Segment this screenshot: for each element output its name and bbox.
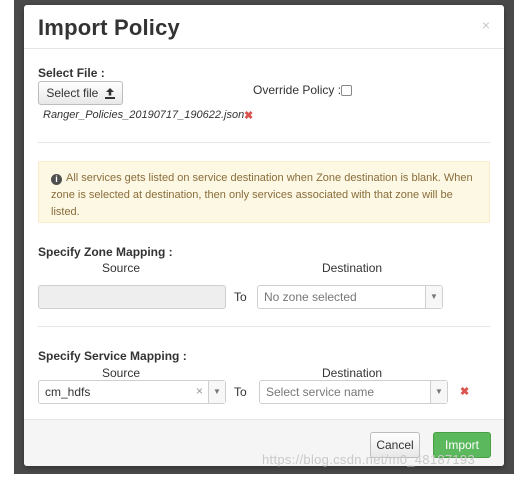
watermark-text: https://blog.csdn.net/m0_48187193 bbox=[262, 452, 475, 467]
zone-source-input[interactable] bbox=[38, 285, 226, 309]
service-mapping-label: Specify Service Mapping : bbox=[38, 349, 187, 363]
zone-info-alert: i All services gets listed on service des… bbox=[38, 161, 490, 223]
select-file-label: Select File : bbox=[38, 66, 105, 80]
alert-text: All services gets listed on service dest… bbox=[51, 172, 473, 218]
chevron-down-icon[interactable]: ▼ bbox=[425, 286, 442, 308]
alert-message: i All services gets listed on service des… bbox=[51, 170, 481, 221]
chevron-down-icon[interactable]: ▼ bbox=[208, 381, 225, 403]
override-policy-label: Override Policy : bbox=[253, 83, 342, 97]
close-icon[interactable]: × bbox=[482, 17, 490, 33]
select-file-button[interactable]: Select file bbox=[38, 81, 123, 105]
select-file-button-label: Select file bbox=[46, 86, 99, 100]
info-circle-icon: i bbox=[51, 174, 62, 185]
dialog-title: Import Policy bbox=[38, 15, 180, 40]
chevron-down-icon[interactable]: ▼ bbox=[430, 381, 447, 403]
override-policy-checkbox[interactable] bbox=[341, 85, 352, 96]
zone-destination-header: Destination bbox=[322, 261, 383, 275]
service-destination-placeholder: Select service name bbox=[266, 385, 375, 399]
remove-mapping-icon[interactable]: ✖ bbox=[460, 385, 469, 398]
zone-destination-select[interactable]: No zone selected ▼ bbox=[257, 285, 443, 309]
clear-icon[interactable]: × bbox=[196, 384, 203, 398]
dialog-header: Import Policy × bbox=[24, 5, 504, 49]
remove-file-icon[interactable]: ✖ bbox=[244, 109, 253, 122]
upload-icon bbox=[104, 84, 115, 106]
service-source-header: Source bbox=[102, 366, 141, 380]
service-destination-select[interactable]: Select service name ▼ bbox=[259, 380, 448, 404]
zone-to-label: To bbox=[234, 290, 247, 304]
zone-destination-placeholder: No zone selected bbox=[264, 290, 357, 304]
service-source-value: cm_hdfs bbox=[45, 385, 91, 399]
divider bbox=[38, 142, 490, 143]
zone-mapping-label: Specify Zone Mapping : bbox=[38, 245, 173, 259]
service-source-select[interactable]: cm_hdfs × ▼ bbox=[38, 380, 226, 404]
service-destination-header: Destination bbox=[322, 366, 383, 380]
service-to-label: To bbox=[234, 385, 247, 399]
selected-file-name: Ranger_Policies_20190717_190622.json bbox=[43, 109, 245, 121]
divider bbox=[38, 326, 490, 327]
import-policy-dialog: Import Policy × Select File : Select fil… bbox=[24, 5, 504, 466]
zone-source-header: Source bbox=[102, 261, 141, 275]
